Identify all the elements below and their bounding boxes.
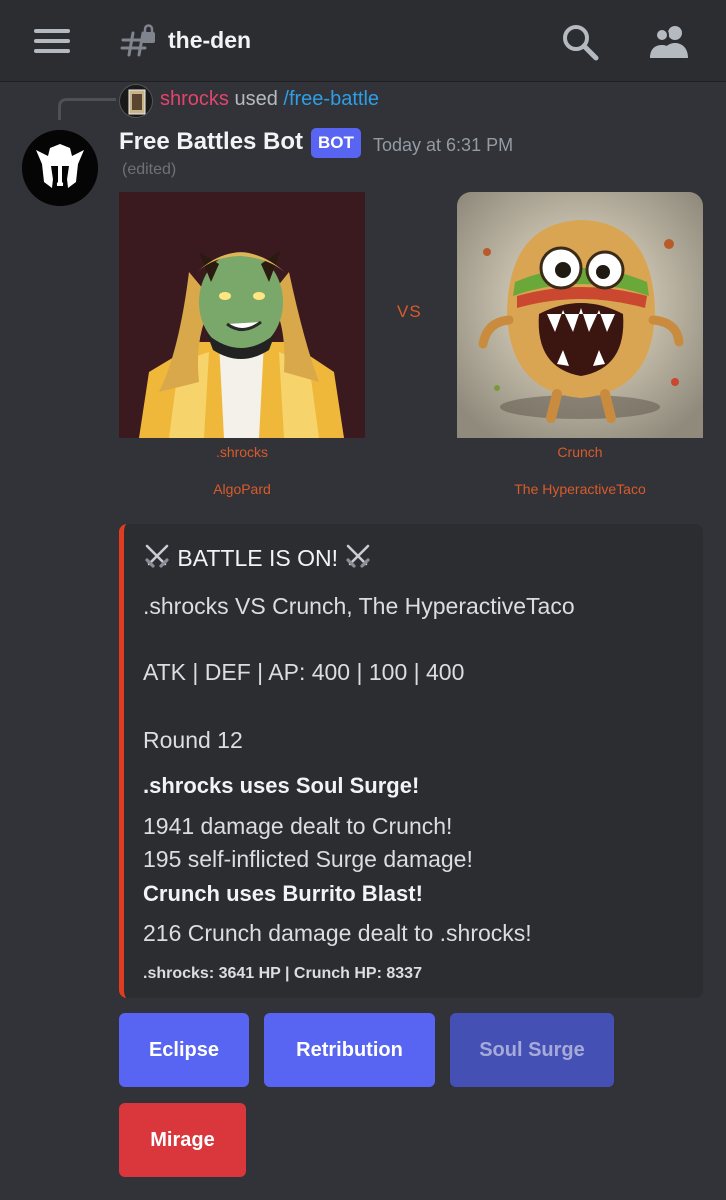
reply-user-avatar[interactable] [119,84,153,118]
embed-result-3: 216 Crunch damage dealt to .shrocks! [143,920,532,946]
fighter-left-name: .shrocks [215,444,269,460]
embed-result-1: 1941 damage dealt to Crunch! [143,813,453,839]
fighter-left-image[interactable] [119,192,365,438]
embed-round: Round 12 [143,727,243,753]
fighter-right-name: Crunch [557,444,603,460]
embed-move-2: Crunch uses Burrito Blast! [143,881,423,906]
embed-result-2: 195 self-inflicted Surge damage! [143,846,473,872]
soul-surge-button[interactable]: Soul Surge [450,1013,614,1087]
message-author[interactable]: Free Battles Bot [119,128,303,156]
embed-title-row: BATTLE IS ON! [143,542,372,572]
embed-matchup: .shrocks VS Crunch, The HyperactiveTaco [143,593,575,619]
bot-avatar[interactable] [22,130,98,206]
text-channel-locked-icon [120,24,155,57]
eclipse-button[interactable]: Eclipse [119,1013,249,1087]
hamburger-menu-icon[interactable] [34,26,70,56]
search-icon[interactable] [560,22,600,62]
reply-username[interactable]: shrocks [160,88,229,110]
embed-footer: .shrocks: 3641 HP | Crunch HP: 8337 [143,965,422,982]
mirage-button[interactable]: Mirage [119,1103,246,1177]
members-icon[interactable] [648,22,692,62]
channel-header: the-den [0,0,726,82]
crossed-swords-icon [346,544,370,568]
embed-move-1: .shrocks uses Soul Surge! [143,773,420,798]
edited-indicator: (edited) [122,161,177,178]
crossed-swords-icon [145,544,169,568]
fighter-right-subtitle: The HyperactiveTaco [514,481,646,497]
retribution-button[interactable]: Retribution [264,1013,435,1087]
vs-label: VS [397,302,422,321]
message-timestamp: Today at 6:31 PM [373,135,514,155]
embed-stats: ATK | DEF | AP: 400 | 100 | 400 [143,659,465,685]
embed-title: BATTLE IS ON! [177,545,338,571]
fighter-left-subtitle: AlgoPard [213,481,271,497]
channel-name[interactable]: the-den [168,27,251,54]
bot-badge: BOT [311,128,361,158]
reply-reference[interactable]: shrocks used /free-battle [160,88,379,111]
reply-command[interactable]: /free-battle [283,88,379,110]
battle-embed: BATTLE IS ON! .shrocks VS Crunch, The Hy… [119,524,703,998]
fighter-right-image[interactable] [457,192,703,438]
reply-verb: used [234,88,278,110]
reply-connector [58,98,116,120]
